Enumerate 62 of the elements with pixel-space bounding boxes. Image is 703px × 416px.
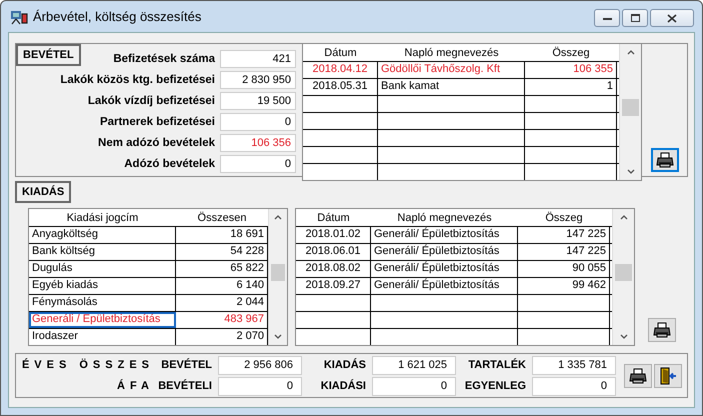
- table-cell: 90 055: [518, 261, 610, 277]
- table-cell: 2018.04.12: [303, 62, 378, 78]
- table-cell: 2018.08.02: [296, 261, 371, 277]
- table-cell: 2018.09.27: [296, 278, 371, 294]
- value-field[interactable]: 0: [372, 376, 456, 396]
- field-label: KIADÁSI: [320, 380, 367, 392]
- table-cell: 106 355: [525, 62, 617, 78]
- column-header[interactable]: Napló megnevezés: [378, 44, 525, 61]
- table-cell: 1: [525, 79, 617, 95]
- field-label: TARTALÉK: [467, 359, 527, 371]
- table-cell: Generáli/ Épületbiztosítás: [371, 227, 518, 243]
- value-field[interactable]: 2 830 950: [220, 71, 296, 89]
- window-title: Árbevétel, költség összesítés: [33, 9, 202, 24]
- table-cell[interactable]: Bank költség: [29, 244, 176, 260]
- value-field[interactable]: 0: [218, 376, 302, 396]
- value-field[interactable]: 0: [532, 376, 616, 396]
- section-label: KIADÁS: [15, 181, 72, 203]
- table-cell: 2018.05.31: [303, 79, 378, 95]
- column-header[interactable]: Dátum: [303, 44, 378, 61]
- value-field[interactable]: 1 335 781: [532, 356, 616, 374]
- section-label: BEVÉTEL: [16, 44, 81, 66]
- table-cell: 147 225: [518, 227, 610, 243]
- table-cell[interactable]: Generáli / Épületbiztosítás: [29, 312, 176, 328]
- table-cell: 99 462: [518, 278, 610, 294]
- table-cell: 147 225: [518, 244, 610, 260]
- table-cell[interactable]: Irodaszer: [29, 329, 176, 345]
- value-field[interactable]: 421: [220, 50, 296, 68]
- column-header[interactable]: Összesen: [176, 209, 268, 226]
- value-field[interactable]: 106 356: [220, 134, 296, 152]
- value-field[interactable]: 19 500: [220, 92, 296, 110]
- table-cell: Gödöllői Távhőszolg. Kft: [378, 62, 525, 78]
- field-label: EGYENLEG: [464, 380, 527, 392]
- value-field[interactable]: 0: [220, 113, 296, 131]
- value-field[interactable]: 2 956 806: [218, 356, 302, 374]
- field-label: Nem adózó bevételek: [98, 137, 215, 149]
- column-header[interactable]: Kiadási jogcím: [29, 209, 176, 226]
- field-label: KIADÁS: [322, 359, 367, 371]
- row-title: ÉVES ÖSSZES: [20, 359, 155, 371]
- table-cell: Generáli/ Épületbiztosítás: [371, 244, 518, 260]
- table-cell: Generáli/ Épületbiztosítás: [371, 278, 518, 294]
- table-cell[interactable]: Anyagköltség: [29, 227, 176, 243]
- field-label: Partnerek befizetései: [100, 116, 215, 128]
- table-cell[interactable]: Egyéb kiadás: [29, 278, 176, 294]
- table-cell: Bank kamat: [378, 79, 525, 95]
- column-header[interactable]: Összeg: [518, 209, 610, 226]
- table-cell: 2018.01.02: [296, 227, 371, 243]
- table-cell[interactable]: Fénymásolás: [29, 295, 176, 311]
- field-label: Lakók közös ktg. befizetései: [60, 74, 215, 86]
- column-header[interactable]: Összeg: [525, 44, 617, 61]
- field-label: BEVÉTELI: [157, 380, 213, 392]
- table-cell: Generáli/ Épületbiztosítás: [371, 261, 518, 277]
- table-cell: 2018.06.01: [296, 244, 371, 260]
- column-header[interactable]: Dátum: [296, 209, 371, 226]
- field-label: Lakók vízdíj befizetései: [88, 95, 215, 107]
- field-label: Adózó bevételek: [124, 158, 215, 170]
- row-title: ÁFA: [116, 380, 155, 392]
- value-field[interactable]: 1 621 025: [372, 356, 456, 374]
- field-label: Befizetések száma: [113, 53, 215, 65]
- column-header[interactable]: Napló megnevezés: [371, 209, 518, 226]
- field-label: BEVÉTEL: [160, 359, 213, 371]
- table-cell[interactable]: Dugulás: [29, 261, 176, 277]
- value-field[interactable]: 0: [220, 155, 296, 173]
